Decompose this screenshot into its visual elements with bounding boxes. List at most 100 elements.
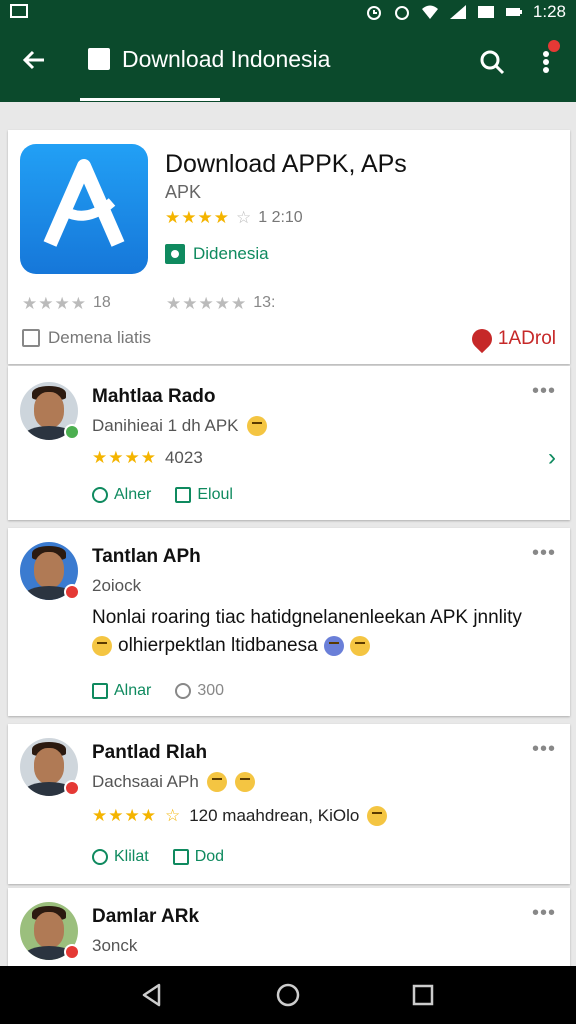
action-secondary[interactable]: Dod	[172, 848, 225, 866]
review-count: 4023	[164, 448, 203, 467]
developer-link[interactable]: Didenesia	[165, 244, 269, 264]
review-card[interactable]: Damlar ARk ••• 3onck	[8, 888, 570, 966]
review-card[interactable]: Pantlad Rlah ••• Dachsaai APh ★★★★ ☆ 120…	[8, 724, 570, 884]
reviewer-name: Damlar ARk	[92, 906, 200, 927]
action-primary[interactable]: Alner	[92, 486, 151, 504]
action-icon	[92, 849, 108, 865]
nav-recents-icon[interactable]	[410, 982, 436, 1008]
review-stars: ★★★★	[92, 448, 157, 467]
nav-home-icon[interactable]	[275, 982, 301, 1008]
app-header-card: Download APPK, APs APK ★★★★ ☆ 1 2:10 Did…	[8, 130, 570, 364]
review-half-star: ☆	[164, 806, 182, 825]
genre-row[interactable]: Demena liatis	[22, 328, 151, 348]
rating-text: 1 2:10	[258, 209, 303, 226]
action-primary[interactable]: Alnar	[92, 682, 151, 700]
action-label: 300	[197, 682, 225, 699]
avatar-status-badge	[64, 584, 80, 600]
developer-icon	[165, 244, 185, 264]
developer-name: Didenesia	[193, 244, 269, 263]
action-secondary[interactable]: 300	[175, 682, 224, 700]
wifi-icon	[421, 5, 438, 19]
data-icon	[477, 6, 494, 18]
back-arrow-icon[interactable]	[20, 46, 48, 74]
app-title: Download APPK, APs	[165, 150, 407, 178]
app-icon[interactable]	[20, 144, 148, 274]
stat1-value: 18	[92, 294, 111, 311]
reviewer-name: Pantlad Rlah	[92, 742, 208, 763]
action-icon	[175, 683, 192, 699]
review-rating: ★★★★ ☆ 120 maahdrean, KiOlo	[92, 806, 388, 826]
review-date: 2oiock	[92, 576, 142, 595]
page-title: Download Indonesia	[122, 46, 331, 72]
status-icons: 1:28	[365, 2, 566, 22]
emoji-icon	[367, 806, 388, 826]
action-icon	[172, 849, 189, 865]
avatar-status-badge	[64, 424, 80, 440]
review-actions: Alnar 300	[92, 682, 224, 700]
stat2-value: 13:	[253, 294, 276, 311]
review-meta: Dachsaai APh	[92, 772, 255, 792]
avatar-face	[34, 552, 64, 588]
rating-stars: ★★★★	[165, 208, 230, 227]
review-card[interactable]: Tantlan APh ••• 2oiock Nonlai roaring ti…	[8, 528, 570, 716]
action-icon	[92, 487, 108, 503]
avatar-face	[34, 912, 64, 948]
brand-logo-icon	[467, 324, 497, 354]
review-date: Dachsaai APh	[92, 772, 199, 791]
action-primary[interactable]: Klilat	[92, 848, 149, 866]
search-icon[interactable]	[478, 48, 506, 76]
main-content[interactable]: Download APPK, APs APK ★★★★ ☆ 1 2:10 Did…	[0, 102, 576, 966]
system-nav-bar	[0, 966, 576, 1024]
image-notification-icon	[10, 4, 28, 18]
review-rating: ★★★★ 4023	[92, 448, 203, 468]
review-date: 3onck	[92, 936, 138, 955]
emoji-icon	[234, 772, 255, 792]
review-line: Danihieai 1 dh APK	[92, 416, 239, 435]
action-label: Eloul	[197, 486, 233, 503]
more-icon[interactable]: •••	[532, 902, 556, 925]
brand-badge: 1ADrol	[467, 324, 556, 354]
action-label: Klilat	[114, 848, 149, 865]
notification-dot	[548, 40, 560, 52]
review-text: Nonlai roaring tiac hatidgnelanenleekan …	[92, 604, 562, 660]
genre-icon	[22, 329, 40, 347]
review-stars: ★★★★	[92, 806, 157, 825]
rating-half-star: ☆	[235, 208, 253, 227]
stat-reviews: ★★★★ 18	[22, 294, 111, 314]
action-label: Dod	[194, 848, 225, 865]
more-icon[interactable]: •••	[532, 738, 556, 761]
reviewer-name: Mahtlaa Rado	[92, 386, 216, 407]
review-actions: Alner Eloul	[92, 486, 233, 504]
review-card[interactable]: Mahtlaa Rado ••• Danihieai 1 dh APK ★★★★…	[8, 366, 570, 520]
app-subtitle: APK	[165, 182, 202, 202]
stat-downloads: ★★★★★ 13:	[166, 294, 275, 314]
avatar-status-badge	[64, 944, 80, 960]
action-secondary[interactable]: Eloul	[175, 486, 233, 504]
genre-label: Demena liatis	[48, 328, 151, 347]
status-bar: 1:28	[0, 0, 576, 24]
avatar-status-badge	[64, 780, 80, 796]
app-bar: Download Indonesia	[0, 24, 576, 102]
review-text-row: olhierpektlan ltidbanesa	[92, 632, 562, 660]
emoji-icon	[92, 636, 112, 656]
app-rating: ★★★★ ☆ 1 2:10	[165, 208, 303, 228]
more-icon[interactable]: •••	[532, 542, 556, 565]
emoji-icon	[349, 636, 370, 656]
signal-icon	[449, 5, 466, 19]
action-label: Alnar	[114, 682, 152, 699]
chevron-right-icon[interactable]: ›	[548, 444, 556, 472]
battery-icon	[505, 8, 522, 16]
brand-label: 1ADrol	[497, 328, 556, 349]
nav-back-icon[interactable]	[139, 982, 165, 1008]
emoji-icon	[246, 416, 267, 436]
action-label: Alner	[114, 486, 152, 503]
status-time: 1:28	[532, 2, 566, 21]
avatar-face	[34, 392, 64, 428]
avatar-face	[34, 748, 64, 784]
app-logo-icon	[43, 159, 125, 247]
store-icon	[88, 48, 110, 70]
review-actions: Klilat Dod	[92, 848, 224, 866]
more-icon[interactable]: •••	[532, 380, 556, 403]
review-text-line: Nonlai roaring tiac hatidgnelanenleekan …	[92, 607, 522, 628]
action-icon	[92, 683, 108, 699]
